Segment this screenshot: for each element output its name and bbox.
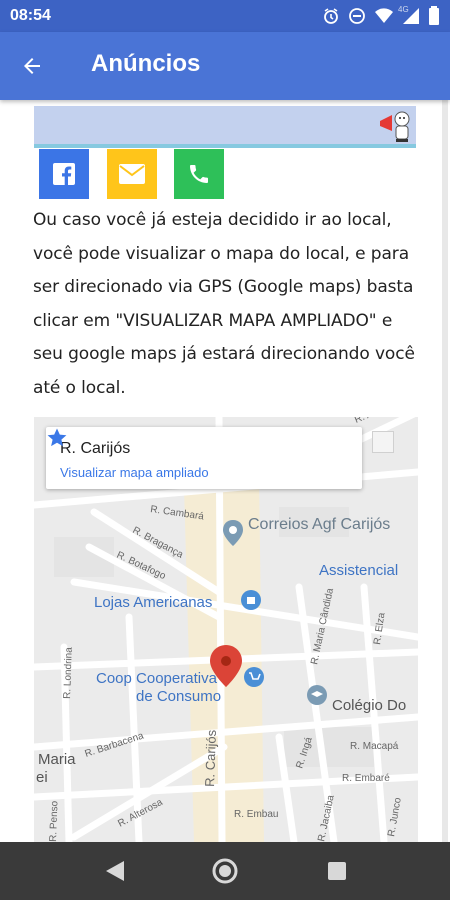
colegio-pin-icon[interactable] xyxy=(307,685,327,705)
network-type: 4G xyxy=(398,5,409,14)
map-info-card: R. Carijós Visualizar mapa ampliado xyxy=(46,427,362,489)
poi-assistencial-label: Assistencial xyxy=(319,562,398,579)
status-bar: 08:54 4G xyxy=(0,0,450,32)
poi-coop-label-2: de Consumo xyxy=(136,688,221,705)
phone-call-button[interactable] xyxy=(174,149,224,199)
coop-pin-icon[interactable] xyxy=(244,667,264,687)
ad-content[interactable]: Ou caso você já esteja decidido ir ao lo… xyxy=(0,100,450,842)
arrow-back-icon xyxy=(24,58,40,74)
network-badge: 4G xyxy=(398,5,420,25)
facebook-icon xyxy=(53,163,75,185)
scrollbar[interactable] xyxy=(442,100,448,842)
system-nav-bar xyxy=(0,842,450,900)
email-share-button[interactable] xyxy=(107,149,157,199)
street-penso-label: R. Penso xyxy=(48,800,60,842)
facebook-share-button[interactable] xyxy=(39,149,89,199)
nav-recent-apps-icon[interactable] xyxy=(327,861,347,881)
map-label-maria: Maria xyxy=(38,751,76,768)
nav-home-icon[interactable] xyxy=(211,857,239,885)
star-icon[interactable] xyxy=(46,427,68,449)
description-paragraph: Ou caso você já esteja decidido ir ao lo… xyxy=(33,210,415,398)
page-title: Anúncios xyxy=(91,50,201,77)
street-macapa-label: R. Macapá xyxy=(350,741,399,752)
back-button[interactable] xyxy=(20,48,60,84)
status-time: 08:54 xyxy=(10,7,51,24)
poi-lojas-label: Lojas Americanas xyxy=(94,594,212,611)
wifi-icon xyxy=(375,8,393,23)
battery-icon xyxy=(429,6,439,25)
lojas-americanas-pin-icon[interactable] xyxy=(241,590,261,610)
poi-correios-label: Correios Agf Carijós xyxy=(248,516,390,533)
map-label-ei: ei xyxy=(36,769,48,786)
street-londrina-label: R. Londrina xyxy=(62,647,75,699)
embedded-map[interactable]: Correios Agf Carijós Assistencial Lojas … xyxy=(34,417,418,842)
map-fullscreen-toggle[interactable] xyxy=(372,431,394,453)
street-embare-label: R. Embaré xyxy=(342,773,390,784)
ad-banner[interactable] xyxy=(34,106,416,148)
view-larger-map-link[interactable]: Visualizar mapa ampliado xyxy=(60,465,209,480)
megaphone-mascot-icon xyxy=(380,111,410,142)
street-embau1-label: R. Embau xyxy=(234,809,278,820)
alarm-icon xyxy=(324,8,338,24)
map-card-title: R. Carijós xyxy=(60,440,131,457)
street-carijos-label: R. Carijós xyxy=(202,729,219,787)
status-icons: 4G xyxy=(322,5,440,26)
poi-coop-label-1: Coop Cooperativa xyxy=(96,670,218,687)
mail-icon xyxy=(119,164,145,184)
do-not-disturb-icon xyxy=(349,8,365,24)
nav-back-icon[interactable] xyxy=(104,859,126,883)
app-bar: Anúncios xyxy=(0,32,450,100)
phone-icon xyxy=(190,165,208,183)
poi-colegio-label: Colégio Do xyxy=(332,697,406,714)
